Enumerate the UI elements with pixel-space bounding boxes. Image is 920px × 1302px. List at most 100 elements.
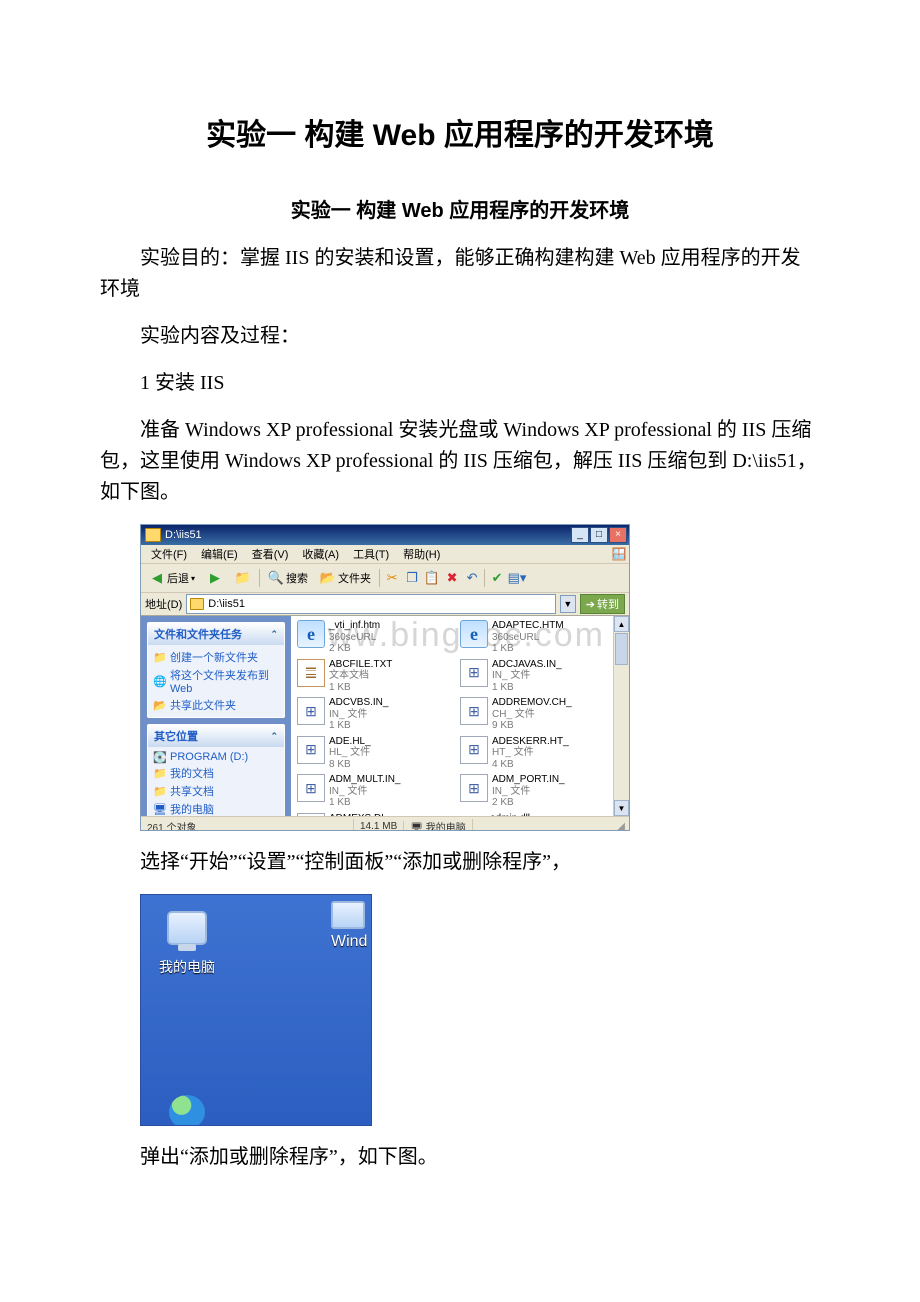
up-button[interactable]: 📁 [231, 569, 255, 587]
title-bar[interactable]: D:\iis51 _ □ × [141, 525, 629, 545]
file-item[interactable]: ADMEXS.DL_DL_ 文件14 KB [297, 813, 460, 817]
file-item[interactable]: ADESKERR.HT_HT_ 文件4 KB [460, 736, 623, 771]
paragraph: 准备 Windows XP professional 安装光盘或 Windows… [100, 415, 820, 508]
place-label: 共享文档 [170, 783, 214, 799]
status-loc-label: 我的电脑 [426, 823, 466, 832]
other-head[interactable]: 其它位置⌃ [148, 725, 284, 747]
resize-grip-icon[interactable]: ◢ [617, 821, 629, 832]
menu-tools[interactable]: 工具(T) [347, 546, 395, 562]
file-size: 1 KB [329, 720, 388, 732]
menu-fav[interactable]: 收藏(A) [296, 546, 345, 562]
file-item[interactable]: ADCVBS.IN_IN_ 文件1 KB [297, 697, 460, 732]
menu-view[interactable]: 查看(V) [246, 546, 295, 562]
paragraph: 实验目的：掌握 IIS 的安装和设置，能够正确构建构建 Web 应用程序的开发环… [100, 243, 820, 305]
side-pane: 文件和文件夹任务⌃ 📁创建一个新文件夹 🌐将这个文件夹发布到 Web 📂 共享此文… [141, 616, 291, 816]
page-title: 实验一 构建 Web 应用程序的开发环境 [100, 110, 820, 154]
go-button[interactable]: ➔ 转到 [580, 594, 625, 614]
config-file-icon [297, 697, 325, 725]
dll-file-icon: ⚙ [460, 813, 486, 817]
file-size: 4 KB [492, 759, 569, 771]
file-name: admin.dll [490, 813, 573, 817]
address-value: D:\iis51 [208, 598, 245, 610]
cut-icon[interactable]: ✂ [384, 570, 400, 586]
undo-icon[interactable]: ↶ [464, 570, 480, 586]
file-size: 2 KB [329, 643, 380, 655]
file-item[interactable]: ⚙admin.dll4.0.2.6513Microsoft FrontP… [460, 813, 623, 817]
check-icon[interactable]: ✔ [489, 570, 505, 586]
status-size: 14.1 MB [354, 821, 404, 832]
file-item[interactable]: ABCFILE.TXT文本文档1 KB [297, 659, 460, 694]
html-file-icon [460, 620, 488, 648]
paragraph: 实验内容及过程： [100, 321, 820, 352]
publish-icon: 🌐 [154, 675, 166, 687]
file-size: 1 KB [329, 682, 392, 694]
views-icon[interactable]: ▤▾ [509, 570, 525, 586]
mypc-icon: 🖥 [410, 823, 425, 832]
other-places-box: 其它位置⌃ 💽PROGRAM (D:) 📁我的文档 📁共享文档 🖥我的电脑 🌐网… [147, 724, 285, 816]
address-input[interactable]: D:\iis51 [186, 594, 556, 614]
file-size: 1 KB [492, 643, 564, 655]
my-computer-icon[interactable]: 我的电脑 [159, 909, 215, 977]
file-name: ADCJAVAS.IN_ [492, 659, 562, 671]
maximize-button[interactable]: □ [590, 527, 608, 543]
file-name: ADM_PORT.IN_ [492, 774, 565, 786]
search-button[interactable]: 🔍搜索 [264, 569, 312, 587]
place-link[interactable]: 📁我的文档 [154, 764, 278, 782]
forward-button[interactable]: ▶ [203, 569, 227, 587]
place-link[interactable]: 🖥我的电脑 [154, 800, 278, 816]
task-link[interactable]: 📂 共享此文件夹 [154, 696, 278, 714]
desktop-screenshot: 我的电脑 Wind [140, 894, 372, 1126]
file-item[interactable]: ADM_PORT.IN_IN_ 文件2 KB [460, 774, 623, 809]
file-item[interactable]: ADE.HL_HL_ 文件8 KB [297, 736, 460, 771]
file-item[interactable]: ADM_MULT.IN_IN_ 文件1 KB [297, 774, 460, 809]
menu-help[interactable]: 帮助(H) [397, 546, 446, 562]
place-link[interactable]: 💽PROGRAM (D:) [154, 750, 278, 764]
paste-icon[interactable]: 📋 [424, 570, 440, 586]
search-label: 搜索 [286, 570, 308, 586]
share-icon: 📂 [154, 699, 166, 711]
close-button[interactable]: × [609, 527, 627, 543]
place-label: 我的电脑 [170, 801, 214, 816]
back-button[interactable]: ◀ 后退 ▾ [145, 569, 199, 587]
folders-button[interactable]: 📂文件夹 [316, 569, 375, 587]
tasks-box: 文件和文件夹任务⌃ 📁创建一个新文件夹 🌐将这个文件夹发布到 Web 📂 共享此文… [147, 622, 285, 718]
file-item[interactable]: _vti_inf.htm360seURL2 KB [297, 620, 460, 655]
task-link[interactable]: 📁创建一个新文件夹 [154, 648, 278, 666]
file-type: IN_ 文件 [329, 709, 388, 721]
file-name: ABCFILE.TXT [329, 659, 392, 671]
tasks-head[interactable]: 文件和文件夹任务⌃ [148, 623, 284, 645]
network-places-icon[interactable] [159, 1091, 215, 1126]
config-file-icon [460, 774, 488, 802]
place-link[interactable]: 📁共享文档 [154, 782, 278, 800]
config-file-icon [460, 659, 488, 687]
file-item[interactable]: ADDREMOV.CH_CH_ 文件9 KB [460, 697, 623, 732]
window-title: D:\iis51 [165, 529, 202, 541]
file-item[interactable]: ADCJAVAS.IN_IN_ 文件1 KB [460, 659, 623, 694]
copy-icon[interactable]: ❐ [404, 570, 420, 586]
new-folder-icon: 📁 [154, 651, 166, 663]
file-size: 9 KB [492, 720, 572, 732]
scrollbar[interactable]: ▲ ▼ [613, 616, 629, 816]
place-label: 我的文档 [170, 765, 214, 781]
file-pane[interactable]: www.bingdoc.com _vti_inf.htm360seURL2 KB… [291, 616, 629, 816]
cropped-icon: Wind [331, 901, 371, 1125]
task-link[interactable]: 🌐将这个文件夹发布到 Web [154, 666, 278, 696]
task-label: 共享此文件夹 [170, 697, 236, 713]
explorer-window: D:\iis51 _ □ × 文件(F) 编辑(E) 查看(V) 收藏(A) 工… [140, 524, 630, 831]
delete-icon[interactable]: ✖ [444, 570, 460, 586]
back-label: 后退 [167, 570, 189, 586]
scroll-up-icon[interactable]: ▲ [614, 616, 629, 632]
scroll-thumb[interactable] [615, 633, 628, 665]
monitor-icon [167, 911, 207, 945]
minimize-button[interactable]: _ [571, 527, 589, 543]
menu-file[interactable]: 文件(F) [145, 546, 193, 562]
go-label: 转到 [597, 596, 619, 612]
menu-edit[interactable]: 编辑(E) [195, 546, 244, 562]
scroll-down-icon[interactable]: ▼ [614, 800, 629, 816]
html-file-icon [297, 620, 325, 648]
toolbar: ◀ 后退 ▾ ▶ 📁 🔍搜索 📂文件夹 ✂ ❐ 📋 ✖ ↶ ✔ ▤▾ [141, 564, 629, 593]
config-file-icon [297, 774, 325, 802]
file-name: ADCVBS.IN_ [329, 697, 388, 709]
file-item[interactable]: ADAPTEC.HTM360seURL1 KB [460, 620, 623, 655]
address-dropdown[interactable]: ▼ [560, 595, 576, 613]
